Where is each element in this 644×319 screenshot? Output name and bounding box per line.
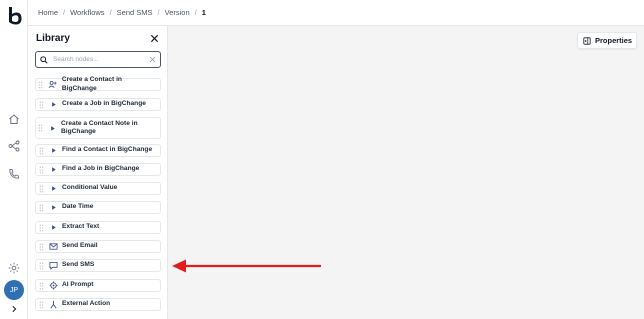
workflow-icon[interactable] <box>7 139 21 153</box>
library-node-label: AI Prompt <box>62 281 94 289</box>
play-icon <box>48 146 58 156</box>
properties-button[interactable]: Properties <box>577 32 637 49</box>
breadcrumb-current: 1 <box>201 8 206 17</box>
drag-handle-icon[interactable] <box>38 124 43 132</box>
properties-label: Properties <box>595 36 633 45</box>
drag-handle-icon[interactable] <box>38 243 44 251</box>
drag-handle-icon[interactable] <box>38 81 44 89</box>
ai-icon <box>48 281 58 291</box>
breadcrumb-separator: / <box>157 8 160 17</box>
search-input[interactable] <box>53 56 149 63</box>
app-sidebar: JP <box>0 0 28 319</box>
workflow-canvas[interactable] <box>169 27 644 319</box>
library-node-label: External Action <box>62 300 111 308</box>
library-node-label: Conditional Value <box>62 184 118 192</box>
clear-search-icon[interactable] <box>149 56 156 63</box>
home-icon[interactable] <box>7 112 21 126</box>
library-node-label: Create a Contact in BigChange <box>61 76 122 92</box>
close-icon[interactable] <box>150 34 159 43</box>
library-node-label: Send SMS <box>62 261 95 269</box>
phone-icon[interactable] <box>7 167 21 181</box>
play-icon <box>48 203 58 213</box>
library-node[interactable]: Date Time <box>35 201 161 214</box>
library-title: Library <box>36 33 70 44</box>
breadcrumb-separator: / <box>194 8 197 17</box>
drag-handle-icon[interactable] <box>38 224 44 232</box>
library-node[interactable]: Send SMS <box>35 259 161 272</box>
breadcrumb-workflows[interactable]: Workflows <box>70 8 104 17</box>
play-icon <box>48 223 58 233</box>
drag-handle-icon[interactable] <box>38 166 44 174</box>
library-node[interactable]: Send Email <box>35 240 161 253</box>
annotation-arrow <box>172 259 321 273</box>
play-icon <box>48 100 58 110</box>
settings-icon[interactable] <box>7 261 21 275</box>
library-node-label: Send Email <box>62 242 98 250</box>
person-add-icon <box>48 80 58 90</box>
play-icon <box>47 123 57 133</box>
library-node-label: Date Time <box>62 203 94 211</box>
library-node[interactable]: Create a Contact Note in BigChange <box>35 117 161 139</box>
breadcrumb-version[interactable]: Version <box>165 8 190 17</box>
library-node[interactable]: AI Prompt <box>35 279 161 292</box>
library-node[interactable]: External Action <box>35 298 161 311</box>
library-node[interactable]: Conditional Value <box>35 182 161 195</box>
breadcrumb-home[interactable]: Home <box>38 8 58 17</box>
brand-logo[interactable] <box>6 6 24 26</box>
chat-icon <box>48 261 58 271</box>
panel-icon <box>583 36 591 45</box>
library-node[interactable]: Find a Contact in BigChange <box>35 144 161 157</box>
drag-handle-icon[interactable] <box>38 204 44 212</box>
user-avatar[interactable]: JP <box>4 280 24 300</box>
breadcrumb: Home / Workflows / Send SMS / Version / … <box>38 8 206 17</box>
search-icon <box>40 55 48 64</box>
play-icon <box>48 184 58 194</box>
search-box <box>35 51 161 68</box>
library-node-label: Create a Job in BigChange <box>62 100 146 108</box>
library-node-label: Find a Job in BigChange <box>62 165 140 173</box>
library-node[interactable]: Extract Text <box>35 221 161 234</box>
library-node-label: Create a Contact Note in BigChange <box>61 119 138 136</box>
drag-handle-icon[interactable] <box>38 147 44 155</box>
breadcrumb-separator: / <box>109 8 112 17</box>
mail-icon <box>48 242 58 252</box>
library-node[interactable]: Find a Job in BigChange <box>35 163 161 176</box>
play-icon <box>48 165 58 175</box>
library-node-label: Find a Contact in BigChange <box>62 146 153 154</box>
drag-handle-icon[interactable] <box>38 101 44 109</box>
library-node[interactable]: Create a Contact in BigChange <box>35 76 161 92</box>
drag-handle-icon[interactable] <box>38 301 44 309</box>
library-panel: Library Create a Contact in BigChange Cre… <box>28 26 168 319</box>
library-node-label: Extract Text <box>62 223 100 231</box>
top-bar: Home / Workflows / Send SMS / Version / … <box>28 0 644 26</box>
drag-handle-icon[interactable] <box>38 282 44 290</box>
breadcrumb-separator: / <box>63 8 66 17</box>
drag-handle-icon[interactable] <box>38 262 44 270</box>
chevron-right-icon[interactable] <box>8 303 20 315</box>
library-node[interactable]: Create a Job in BigChange <box>35 98 161 111</box>
fork-icon <box>48 300 58 310</box>
drag-handle-icon[interactable] <box>38 185 44 193</box>
breadcrumb-workflow-name[interactable]: Send SMS <box>117 8 153 17</box>
